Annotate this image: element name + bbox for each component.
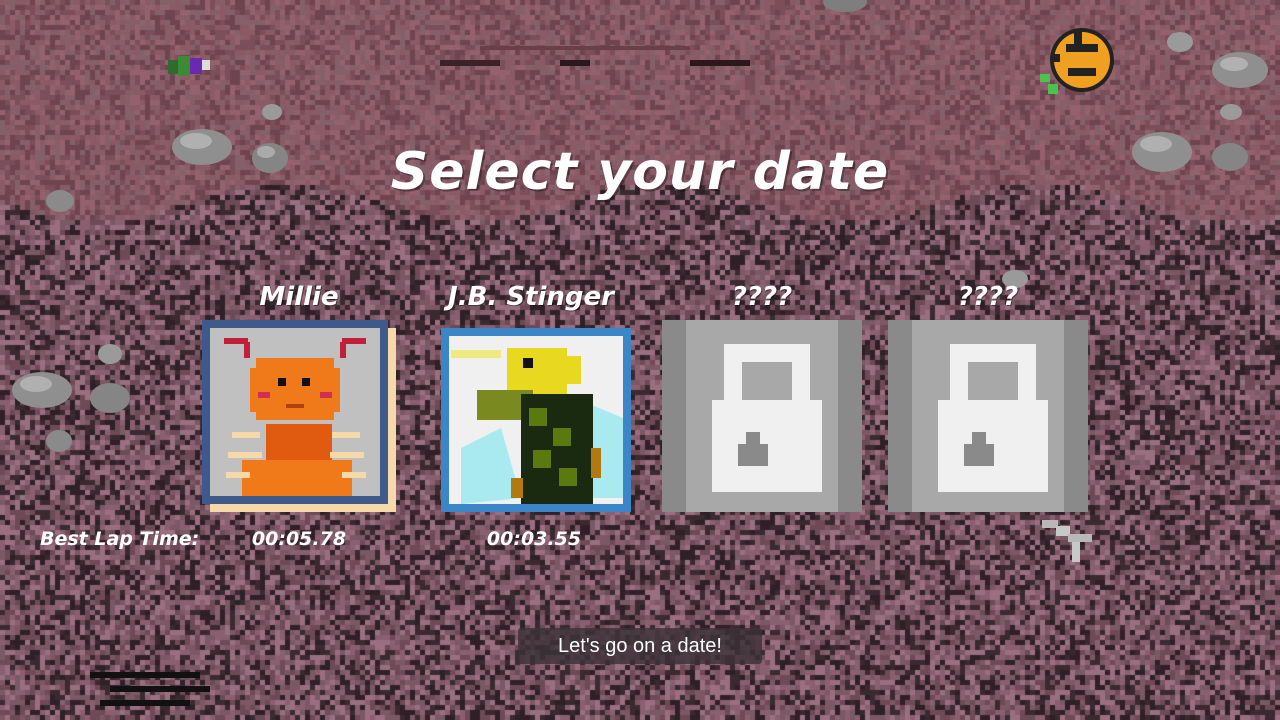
lap-time-stinger: 00:03.55 <box>486 528 582 550</box>
rock-icon <box>823 0 867 12</box>
character-name-locked-1: ???? <box>731 282 793 312</box>
ant-portrait-icon <box>202 320 396 512</box>
locked-character-card-1[interactable] <box>662 320 862 512</box>
character-name-millie: Millie <box>259 282 339 312</box>
best-lap-label: Best Lap Time: <box>40 528 200 550</box>
pumpkin-critter-icon <box>1040 28 1114 94</box>
locked-character-card-2[interactable] <box>888 320 1088 512</box>
rock-icon <box>98 344 122 364</box>
crack-mark <box>90 672 210 706</box>
character-card-stinger[interactable] <box>441 328 631 512</box>
rock-icon <box>90 383 130 413</box>
lock-icon <box>662 320 862 512</box>
lock-icon <box>888 320 1088 512</box>
rock-icon <box>262 104 282 120</box>
rock-icon <box>1212 52 1268 88</box>
page-title: Select your date <box>390 142 890 202</box>
leaf-bug-icon <box>168 56 210 76</box>
rock-icon <box>1167 32 1193 52</box>
rock-icon <box>46 430 72 452</box>
bee-portrait-icon <box>441 328 631 512</box>
character-name-stinger: J.B. Stinger <box>448 282 614 312</box>
rock-icon <box>1220 104 1242 120</box>
character-name-locked-2: ???? <box>957 282 1019 312</box>
lap-time-millie: 00:05.78 <box>251 528 347 550</box>
track-mark <box>440 46 750 66</box>
start-date-button[interactable]: Let's go on a date! <box>518 628 762 664</box>
rock-icon <box>12 372 72 408</box>
character-card-millie[interactable] <box>202 320 396 512</box>
bone-icon <box>1042 520 1092 562</box>
decor-layer <box>0 0 1280 720</box>
